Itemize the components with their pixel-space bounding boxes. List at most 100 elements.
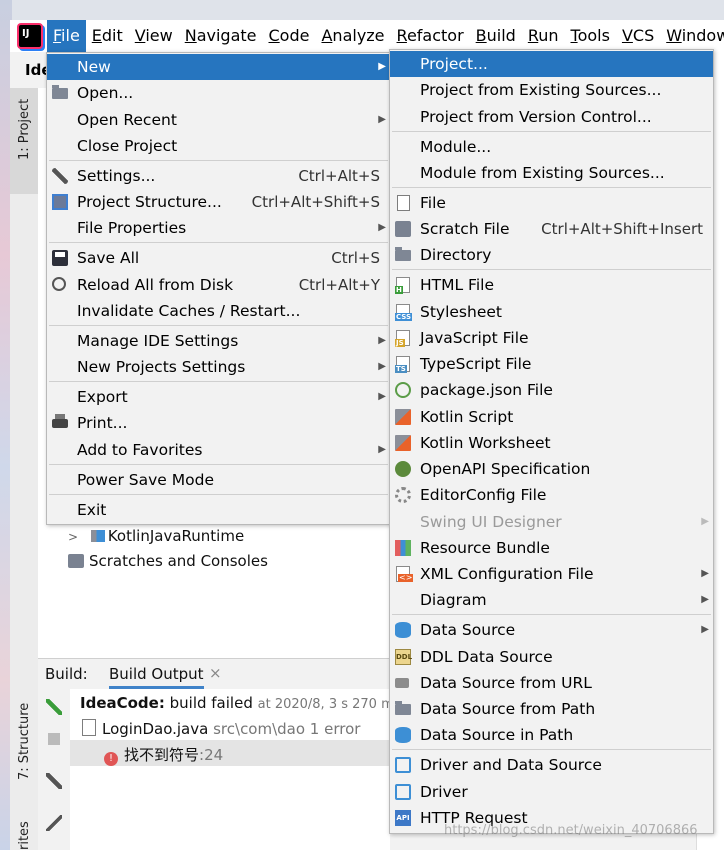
menu-item-openapi[interactable]: OpenAPI Specification	[390, 456, 713, 482]
menu-item-typescript-file[interactable]: TS TypeScript File	[390, 351, 713, 377]
menu-item-xml-config[interactable]: XML Configuration File ▶	[390, 561, 713, 587]
menu-item-manage-ide-settings[interactable]: Manage IDE Settings ▶	[47, 328, 390, 354]
tab-build-output[interactable]: Build Output	[109, 665, 204, 689]
menu-item-kotlin-worksheet[interactable]: Kotlin Worksheet	[390, 430, 713, 456]
menu-item-label: OpenAPI Specification	[420, 460, 591, 478]
html-file-icon: H	[395, 277, 410, 294]
menu-item-driver[interactable]: Driver	[390, 779, 713, 805]
build-error-row[interactable]: ! 找不到符号:24	[104, 744, 223, 766]
menu-vcs[interactable]: VCS	[616, 20, 660, 52]
menu-item-package-json[interactable]: package.json File	[390, 377, 713, 403]
menu-item-exit[interactable]: Exit	[47, 497, 390, 523]
watermark: https://blog.csdn.net/weixin_40706866	[444, 823, 698, 838]
menu-item-open-recent[interactable]: Open Recent ▶	[47, 107, 390, 133]
folder-icon	[395, 701, 411, 715]
menu-item-javascript-file[interactable]: JS JavaScript File	[390, 325, 713, 351]
menu-separator	[49, 494, 388, 495]
menu-item-shortcut: Ctrl+Alt+S	[298, 167, 380, 185]
menu-refactor[interactable]: Refactor	[391, 20, 470, 52]
menu-item-label: Exit	[77, 501, 107, 519]
menu-analyze[interactable]: Analyze	[315, 20, 390, 52]
intellij-logo-icon[interactable]	[19, 25, 41, 47]
menu-item-label: Print...	[77, 414, 128, 432]
menu-file[interactable]: File	[47, 20, 86, 52]
menu-item-data-source-in-path[interactable]: Data Source in Path	[390, 722, 713, 748]
driver-icon	[395, 784, 411, 800]
menu-item-close-project[interactable]: Close Project	[47, 133, 390, 159]
tree-item-kotlin-runtime[interactable]: > KotlinJavaRuntime	[68, 527, 244, 545]
menu-item-driver-data-source[interactable]: Driver and Data Source	[390, 752, 713, 778]
build-project-name: IdeaCode:	[80, 694, 165, 712]
menu-item-label: Kotlin Script	[420, 408, 514, 426]
submenu-arrow-icon: ▶	[701, 594, 709, 605]
menu-item-label: File Properties	[77, 219, 187, 237]
menu-item-shortcut: Ctrl+S	[331, 249, 380, 267]
menu-item-file-properties[interactable]: File Properties ▶	[47, 215, 390, 241]
menu-build[interactable]: Build	[470, 20, 522, 52]
tree-item-scratches[interactable]: Scratches and Consoles	[68, 552, 268, 570]
menu-item-power-save-mode[interactable]: Power Save Mode	[47, 467, 390, 493]
menu-run[interactable]: Run	[522, 20, 565, 52]
menu-item-add-to-favorites[interactable]: Add to Favorites ▶	[47, 437, 390, 463]
menu-separator	[49, 381, 388, 382]
menu-item-invalidate-caches[interactable]: Invalidate Caches / Restart...	[47, 298, 390, 324]
menu-item-reload[interactable]: Reload All from Disk Ctrl+Alt+Y	[47, 272, 390, 298]
menu-item-new-projects-settings[interactable]: New Projects Settings ▶	[47, 354, 390, 380]
menu-item-export[interactable]: Export ▶	[47, 384, 390, 410]
menu-tools[interactable]: Tools	[565, 20, 616, 52]
menu-item-label: Stylesheet	[420, 303, 502, 321]
menu-item-label: Driver and Data Source	[420, 756, 602, 774]
chevron-right-icon[interactable]: >	[68, 530, 78, 544]
menu-item-settings[interactable]: Settings... Ctrl+Alt+S	[47, 163, 390, 189]
menu-item-project[interactable]: Project...	[390, 51, 713, 77]
menu-item-open[interactable]: Open...	[47, 80, 390, 106]
menu-item-project-vcs[interactable]: Project from Version Control...	[390, 104, 713, 130]
menu-navigate[interactable]: Navigate	[179, 20, 263, 52]
menu-item-new[interactable]: New ▶	[47, 54, 390, 80]
favorites-tab-label[interactable]: rites	[17, 821, 32, 850]
menu-item-data-source[interactable]: Data Source ▶	[390, 617, 713, 643]
wrench-icon[interactable]	[46, 773, 62, 789]
menu-item-label: Project...	[420, 55, 488, 73]
menu-item-kotlin-script[interactable]: Kotlin Script	[390, 404, 713, 430]
build-status-row[interactable]: IdeaCode: build failed at 2020/8, 3 s 27…	[80, 694, 401, 712]
menu-item-project-structure[interactable]: Project Structure... Ctrl+Alt+Shift+S	[47, 189, 390, 215]
menu-edit[interactable]: Edit	[86, 20, 129, 52]
menu-item-module-existing[interactable]: Module from Existing Sources...	[390, 160, 713, 186]
build-tool-header: Build: Build Output ×	[38, 658, 390, 690]
menu-item-resource-bundle[interactable]: Resource Bundle	[390, 535, 713, 561]
menu-item-file[interactable]: File	[390, 190, 713, 216]
build-file-row[interactable]: LoginDao.java src\com\dao 1 error	[82, 719, 360, 738]
menu-item-project-existing[interactable]: Project from Existing Sources...	[390, 77, 713, 103]
save-icon	[52, 250, 68, 266]
menu-item-scratch-file[interactable]: Scratch File Ctrl+Alt+Shift+Insert	[390, 216, 713, 242]
menu-code[interactable]: Code	[263, 20, 316, 52]
menu-item-label: Add to Favorites	[77, 441, 203, 459]
menu-item-diagram[interactable]: Diagram ▶	[390, 587, 713, 613]
project-tool-tab[interactable]: 1: Project	[10, 88, 38, 194]
menu-window[interactable]: Window	[660, 20, 724, 52]
menu-view[interactable]: View	[129, 20, 179, 52]
css-file-icon: CSS	[395, 304, 413, 321]
hammer-icon[interactable]	[46, 699, 62, 715]
pin-icon[interactable]	[46, 815, 62, 831]
menu-item-print[interactable]: Print...	[47, 410, 390, 436]
menu-item-ddl-data-source[interactable]: DDL DDL Data Source	[390, 644, 713, 670]
build-toolbar	[38, 689, 71, 850]
menu-item-save-all[interactable]: Save All Ctrl+S	[47, 245, 390, 271]
api-icon: API	[395, 810, 411, 826]
kotlin-file-icon	[395, 435, 411, 451]
menu-item-data-source-url[interactable]: Data Source from URL	[390, 670, 713, 696]
menu-item-module[interactable]: Module...	[390, 134, 713, 160]
build-output-tree	[70, 689, 390, 850]
menu-item-html-file[interactable]: H HTML File	[390, 272, 713, 298]
menu-item-data-source-path[interactable]: Data Source from Path	[390, 696, 713, 722]
menu-item-stylesheet[interactable]: CSS Stylesheet	[390, 299, 713, 325]
submenu-arrow-icon: ▶	[378, 222, 386, 233]
menu-item-editorconfig[interactable]: EditorConfig File	[390, 482, 713, 508]
stop-icon[interactable]	[48, 733, 60, 745]
structure-tab-label[interactable]: 7: Structure	[17, 703, 32, 780]
menu-item-directory[interactable]: Directory	[390, 242, 713, 268]
menu-item-swing-ui-designer[interactable]: Swing UI Designer ▶	[390, 509, 713, 535]
close-tab-icon[interactable]: ×	[209, 664, 222, 682]
